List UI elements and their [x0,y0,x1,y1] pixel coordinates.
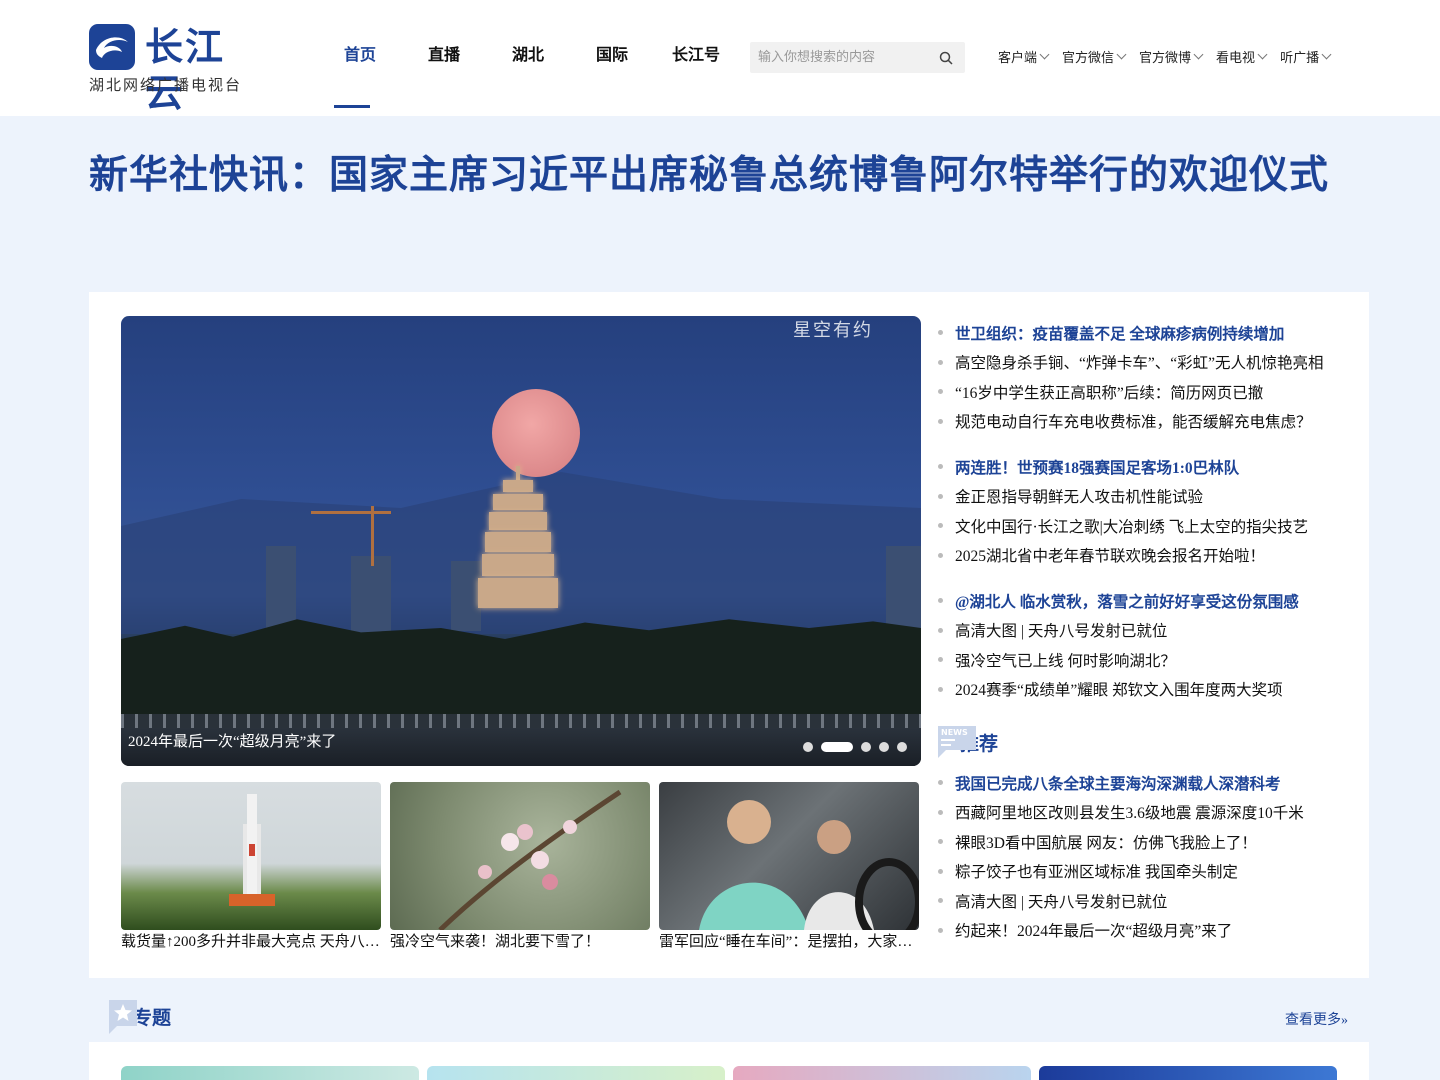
crane [371,506,374,566]
thumb-card[interactable]: 载货量↑200多升并非最大亮点 天舟八号发射已就位 [121,782,381,952]
topic-card[interactable] [427,1066,725,1080]
topics-row [89,1042,1369,1080]
star-badge-icon [109,998,137,1034]
chevron-down-icon [1257,49,1268,60]
building [351,556,391,636]
chevron-down-icon [1193,49,1204,60]
recommend-header: NEWS 推荐 [936,720,1358,760]
news-badge-label: NEWS [941,728,968,737]
carousel-dot-active[interactable] [821,742,853,752]
logo-icon [89,24,135,70]
rocket-image [121,782,381,930]
recommend-list: 我国已完成八条全球主要海沟深渊载人深潜科考 西藏阿里地区改则县发生3.6级地震 … [938,768,1358,945]
news-sidebar: 世卫组织：疫苗覆盖不足 全球麻疹病例持续增加 高空隐身杀手锏、“炸弹卡车”、“彩… [938,318,1358,961]
thumb-card[interactable]: 强冷空气来袭！湖北要下雪了！ [390,782,650,952]
news-item[interactable]: 金正恩指导朝鲜无人攻击机性能试验 [938,482,1358,512]
toplink-label: 听广播 [1280,51,1320,66]
nav-item-hubei[interactable]: 湖北 [486,0,570,116]
site-header: 长江云 湖北网络广播电视台 首页 直播 湖北 国际 长江号 客户端 官方微信 官… [0,0,1440,116]
news-item[interactable]: 粽子饺子也有亚洲区域标准 我国牵头制定 [938,857,1358,887]
toplink-label: 客户端 [998,51,1038,66]
toplink-tv[interactable]: 看电视 [1216,47,1268,66]
toplink-label: 官方微信 [1062,51,1115,66]
news-item[interactable]: 2025湖北省中老年春节联欢晚会报名开始啦！ [938,541,1358,571]
news-item[interactable]: 2024赛季“成绩单”耀眼 郑钦文入围年度两大奖项 [938,675,1358,705]
news-group: 世卫组织：疫苗覆盖不足 全球麻疹病例持续增加 高空隐身杀手锏、“炸弹卡车”、“彩… [938,318,1358,436]
thumb-caption[interactable]: 强冷空气来袭！湖北要下雪了！ [390,932,650,952]
pagoda-image [473,466,563,616]
news-item[interactable]: 规范电动自行车充电收费标准，能否缓解充电焦虑？ [938,407,1358,437]
chevron-down-icon [1116,49,1127,60]
moon-image [492,389,580,477]
toplink-client[interactable]: 客户端 [998,47,1050,66]
toplink-radio[interactable]: 听广播 [1280,47,1332,66]
thumb-card[interactable]: 雷军回应“睡在车间”：是摆拍，大家别当真 [659,782,919,952]
toplink-weibo[interactable]: 官方微博 [1139,47,1204,66]
news-group: @湖北人 临水赏秋，落雪之前好好享受这份氛围感 高清大图 | 天舟八号发射已就位… [938,586,1358,704]
carousel-dot[interactable] [879,742,889,752]
car-interior-image [659,782,919,930]
topic-card[interactable] [121,1066,419,1080]
carousel-dot[interactable] [803,742,813,752]
chevron-down-icon [1321,49,1332,60]
news-item[interactable]: 约起来！2024年最后一次“超级月亮”来了 [938,916,1358,946]
headline[interactable]: 新华社快讯：国家主席习近平出席秘鲁总统博鲁阿尔特举行的欢迎仪式 [89,148,1359,203]
thumb-caption[interactable]: 雷军回应“睡在车间”：是摆拍，大家别当真 [659,932,919,952]
search-icon[interactable] [939,51,953,65]
news-item[interactable]: 高空隐身杀手锏、“炸弹卡车”、“彩虹”无人机惊艳亮相 [938,348,1358,378]
topics-header: 专题 [109,998,171,1034]
toplink-wechat[interactable]: 官方微信 [1062,47,1127,66]
hero-caption[interactable]: 2024年最后一次“超级月亮”来了 [128,730,336,751]
topic-card[interactable] [733,1066,1031,1080]
toplink-label: 看电视 [1216,51,1256,66]
main-nav: 首页 直播 湖北 国际 长江号 [318,0,738,116]
logo-subtitle: 湖北网络广播电视台 [89,76,243,94]
toplink-label: 官方微博 [1139,51,1192,66]
hero-carousel[interactable]: 星空有约 2024年最后一次“超级月亮”来了 [121,316,921,766]
top-links: 客户端 官方微信 官方微博 看电视 听广播 [998,47,1344,66]
nav-item-home[interactable]: 首页 [318,0,402,116]
more-link[interactable]: 查看更多» [1285,1009,1348,1029]
search-box [750,42,965,73]
news-item[interactable]: 我国已完成八条全球主要海沟深渊载人深潜科考 [938,768,1358,798]
news-badge-icon: NEWS [936,722,976,758]
topic-card[interactable] [1039,1066,1337,1080]
news-item[interactable]: 文化中国行·长江之歌|大冶刺绣 飞上太空的指尖技艺 [938,511,1358,541]
bridge [121,714,921,728]
news-item[interactable]: @湖北人 临水赏秋，落雪之前好好享受这份氛围感 [938,586,1358,616]
crane [311,511,391,514]
chevron-down-icon [1039,49,1050,60]
blossom-image [390,782,650,930]
news-item[interactable]: 强冷空气已上线 何时影响湖北？ [938,645,1358,675]
logo-name: 长江云 [145,25,226,115]
site-logo[interactable]: 长江云 湖北网络广播电视台 [89,24,264,115]
nav-item-international[interactable]: 国际 [570,0,654,116]
carousel-dots [795,742,907,752]
main-panel: 星空有约 2024年最后一次“超级月亮”来了 载货量↑200多升并非最大亮点 天… [89,292,1369,978]
news-item[interactable]: 西藏阿里地区改则县发生3.6级地震 震源深度10千米 [938,798,1358,828]
nav-item-live[interactable]: 直播 [402,0,486,116]
news-item[interactable]: 两连胜！世预赛18强赛国足客场1:0巴林队 [938,452,1358,482]
news-item[interactable]: 裸眼3D看中国航展 网友：仿佛飞我脸上了！ [938,827,1358,857]
building [886,546,921,636]
carousel-dot[interactable] [861,742,871,752]
hero-watermark: 星空有约 [793,320,873,341]
news-group: 两连胜！世预赛18强赛国足客场1:0巴林队 金正恩指导朝鲜无人攻击机性能试验 文… [938,452,1358,570]
news-item[interactable]: “16岁中学生获正高职称”后续：简历网页已撤 [938,377,1358,407]
news-item[interactable]: 高清大图 | 天舟八号发射已就位 [938,616,1358,646]
topics-title: 专题 [133,1006,172,1029]
carousel-dot[interactable] [897,742,907,752]
nav-item-changjiang-hao[interactable]: 长江号 [654,0,738,116]
news-item[interactable]: 世卫组织：疫苗覆盖不足 全球麻疹病例持续增加 [938,318,1358,348]
search-input[interactable] [750,42,930,73]
thumb-row: 载货量↑200多升并非最大亮点 天舟八号发射已就位 强冷空气来袭！湖北要下雪了！ [121,782,928,952]
thumb-caption[interactable]: 载货量↑200多升并非最大亮点 天舟八号发射已就位 [121,932,381,952]
news-item[interactable]: 高清大图 | 天舟八号发射已就位 [938,886,1358,916]
